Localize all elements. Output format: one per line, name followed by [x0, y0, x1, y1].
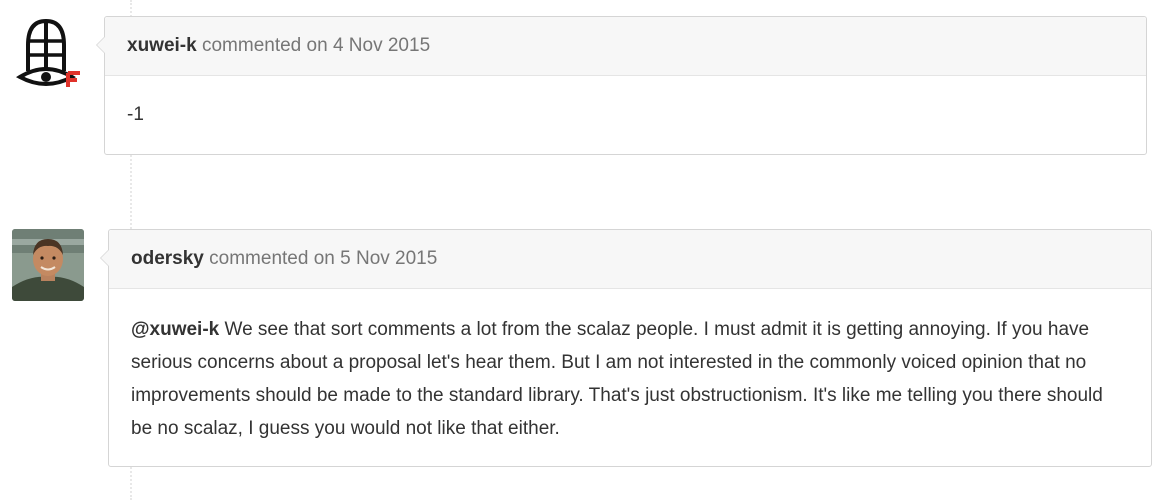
comment-odersky: odersky commented on 5 Nov 2015 @xuwei-k… [0, 0, 1163, 500]
comment-author-link[interactable]: odersky [131, 248, 204, 269]
comment-box: odersky commented on 5 Nov 2015 @xuwei-k… [100, 229, 1152, 467]
comment-action: commented on [209, 248, 335, 269]
comment-text: We see that sort comments a lot from the… [131, 319, 1103, 439]
comment-date-link[interactable]: 5 Nov 2015 [340, 248, 437, 269]
user-mention-link[interactable]: @xuwei-k [131, 319, 219, 340]
comment-header: odersky commented on 5 Nov 2015 [109, 230, 1151, 289]
user-photo-avatar [12, 229, 84, 301]
comment-body: @xuwei-k We see that sort comments a lot… [109, 289, 1151, 445]
avatar-odersky[interactable] [12, 229, 84, 301]
